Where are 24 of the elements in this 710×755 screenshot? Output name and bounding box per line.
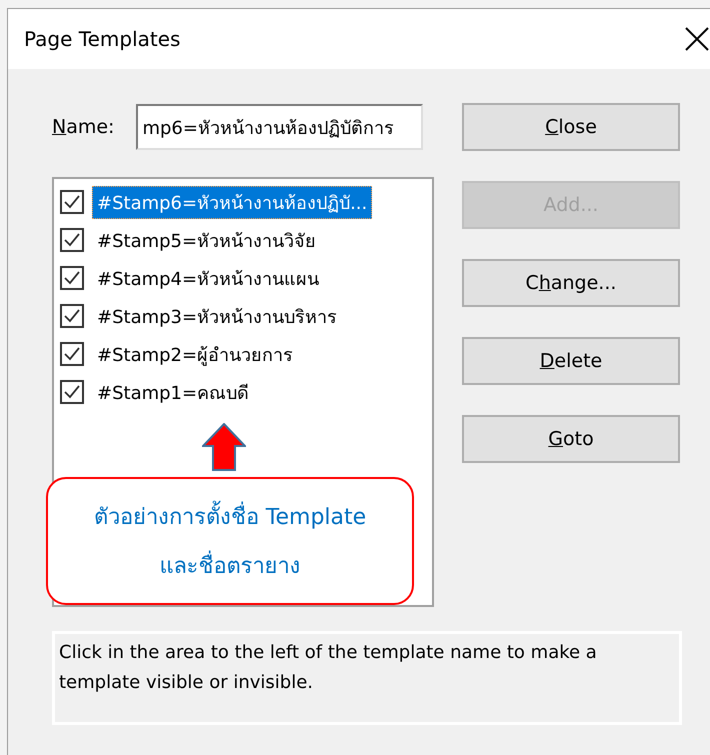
help-text: Click in the area to the left of the template name to make a template visible or invisible. — [52, 631, 682, 725]
name-label: Name: — [52, 116, 114, 138]
window-title: Page Templates — [24, 27, 180, 51]
dialog-button[interactable]: Close — [462, 103, 680, 151]
checkbox[interactable] — [60, 190, 84, 214]
dialog-button[interactable]: Goto — [462, 415, 680, 463]
dialog-button[interactable]: Change... — [462, 259, 680, 307]
annotation-text: และชื่อตรายาง — [160, 548, 300, 583]
template-item[interactable]: #Stamp4=หัวหน้างานแผน — [92, 262, 324, 294]
checkbox[interactable] — [60, 304, 84, 328]
template-item[interactable]: #Stamp5=หัวหน้างานวิจัย — [92, 224, 322, 256]
name-field[interactable]: mp6=หัวหน้างานห้องปฏิบัติการ — [136, 104, 424, 150]
checkbox[interactable] — [60, 228, 84, 252]
template-item[interactable]: #Stamp6=หัวหน้างานห้องปฏิบั... — [92, 186, 372, 218]
template-item[interactable]: #Stamp1=คณบดี — [92, 376, 254, 408]
checkbox[interactable] — [60, 380, 84, 404]
annotation-text: ตัวอย่างการตั้งชื่อ Template — [94, 499, 366, 534]
up-arrow-icon — [202, 423, 246, 471]
template-item[interactable]: #Stamp3=หัวหน้างานบริหาร — [92, 300, 342, 332]
checkbox[interactable] — [60, 266, 84, 290]
checkbox[interactable] — [60, 342, 84, 366]
template-item[interactable]: #Stamp2=ผู้อำนวยการ — [92, 338, 298, 370]
close-icon[interactable] — [684, 26, 710, 52]
dialog-button[interactable]: Delete — [462, 337, 680, 385]
